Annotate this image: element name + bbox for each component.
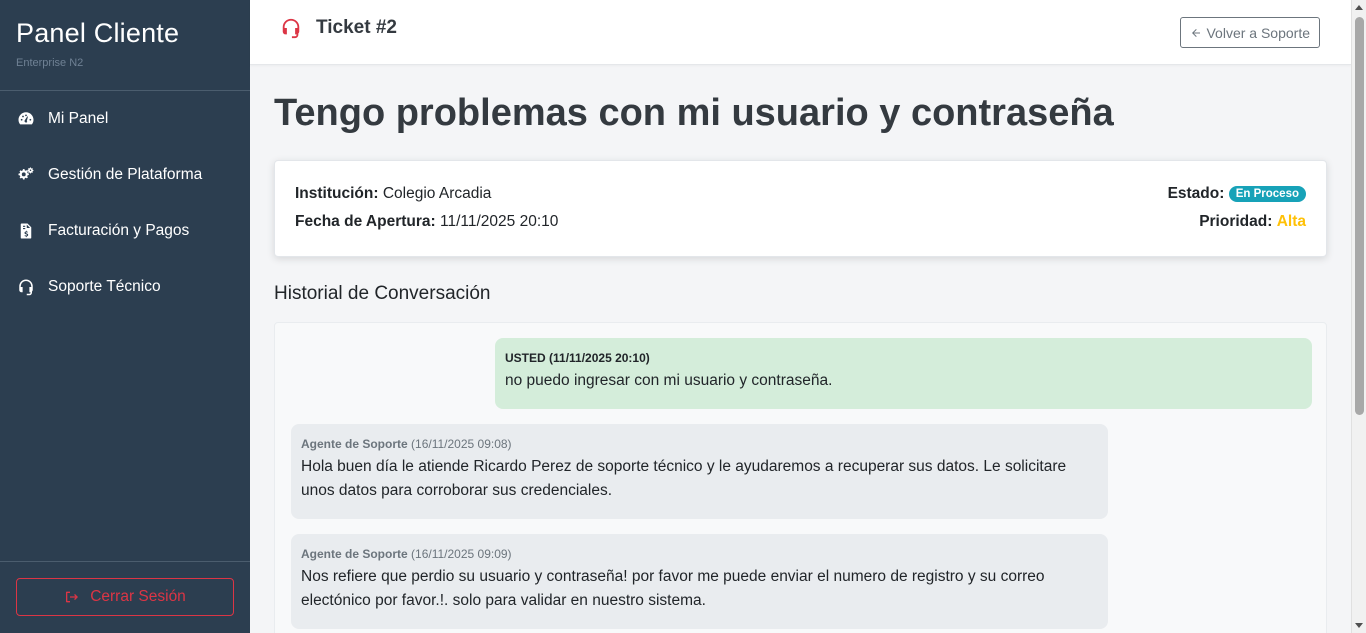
sidebar-footer: Cerrar Sesión <box>0 561 250 633</box>
sidebar-item-label: Facturación y Pagos <box>48 222 190 239</box>
logout-label: Cerrar Sesión <box>90 588 186 605</box>
sign-out-icon <box>66 591 79 603</box>
sidebar-item-gestion-plataforma[interactable]: Gestión de Plataforma <box>0 147 250 203</box>
conversation-history: USTED (11/11/2025 20:10) no puedo ingres… <box>274 322 1327 633</box>
headset-icon <box>16 277 36 297</box>
message-author: USTED <box>505 351 546 365</box>
status-badge: En Proceso <box>1228 186 1306 202</box>
message-user: USTED (11/11/2025 20:10) no puedo ingres… <box>495 338 1312 409</box>
sidebar-item-label: Soporte Técnico <box>48 278 161 295</box>
logout-button[interactable]: Cerrar Sesión <box>16 578 234 616</box>
invoice-icon <box>16 221 36 241</box>
scroll-up-arrow-icon[interactable] <box>1355 5 1363 10</box>
sidebar-item-soporte-tecnico[interactable]: Soporte Técnico <box>0 259 250 315</box>
history-title: Historial de Conversación <box>274 283 491 304</box>
brand-subtitle: Enterprise N2 <box>16 57 84 69</box>
tachometer-icon <box>16 109 36 129</box>
message-text: Nos refiere que perdio su usuario y cont… <box>301 568 1045 609</box>
opened-row: Fecha de Apertura: 11/11/2025 20:10 <box>295 213 558 231</box>
sidebar-item-mi-panel[interactable]: Mi Panel <box>0 91 250 147</box>
message-agent: Agente de Soporte (16/11/2025 09:09) Nos… <box>291 534 1108 629</box>
cogs-icon <box>16 165 36 185</box>
message-author: Agente de Soporte <box>301 437 408 451</box>
sidebar: Panel Cliente Enterprise N2 Mi Panel Ges… <box>0 0 250 633</box>
page-title-text: Ticket #2 <box>316 17 397 38</box>
message-time: (16/11/2025 09:09) <box>411 547 512 561</box>
message-meta: Agente de Soporte (16/11/2025 09:09) <box>301 546 1098 562</box>
message-agent: Agente de Soporte (16/11/2025 09:08) Hol… <box>291 424 1108 519</box>
opened-label: Fecha de Apertura: <box>295 213 436 230</box>
sidebar-item-label: Mi Panel <box>48 110 109 127</box>
institution-label: Institución: <box>295 185 379 202</box>
priority-row: Prioridad: Alta <box>1199 213 1306 231</box>
message-time: (11/11/2025 20:10) <box>549 351 650 365</box>
sidebar-item-facturacion-pagos[interactable]: Facturación y Pagos <box>0 203 250 259</box>
message-text: Hola buen día le atiende Ricardo Perez d… <box>301 458 1067 499</box>
topbar: Ticket #2 Volver a Soporte <box>250 0 1351 65</box>
ticket-info-card: Institución: Colegio Arcadia Fecha de Ap… <box>274 160 1327 257</box>
main-content: Tengo problemas con mi usuario y contras… <box>250 65 1351 633</box>
scroll-down-arrow-icon[interactable] <box>1355 623 1363 628</box>
message-meta: USTED (11/11/2025 20:10) <box>505 350 1302 366</box>
arrow-left-icon <box>1192 28 1201 37</box>
sidebar-nav: Mi Panel Gestión de Plataforma Facturaci… <box>0 91 250 315</box>
brand: Panel Cliente Enterprise N2 <box>0 0 250 91</box>
page-title: Ticket #2 <box>280 17 397 39</box>
opened-value: 11/11/2025 20:10 <box>440 213 559 230</box>
page-scrollbar[interactable] <box>1351 0 1366 633</box>
message-meta: Agente de Soporte (16/11/2025 09:08) <box>301 436 1098 452</box>
priority-value: Alta <box>1276 213 1306 230</box>
status-label: Estado: <box>1167 185 1225 202</box>
back-to-support-button[interactable]: Volver a Soporte <box>1180 17 1320 48</box>
message-text: no puedo ingresar con mi usuario y contr… <box>505 372 833 389</box>
message-author: Agente de Soporte <box>301 547 408 561</box>
ticket-subject: Tengo problemas con mi usuario y contras… <box>274 92 1114 134</box>
institution-value: Colegio Arcadia <box>382 185 492 202</box>
message-time: (16/11/2025 09:08) <box>411 437 512 451</box>
brand-title: Panel Cliente <box>16 18 180 48</box>
headset-icon <box>282 18 300 39</box>
sidebar-item-label: Gestión de Plataforma <box>48 166 203 183</box>
back-label: Volver a Soporte <box>1206 24 1310 41</box>
scroll-thumb[interactable] <box>1355 17 1364 415</box>
institution-row: Institución: Colegio Arcadia <box>295 185 491 203</box>
priority-label: Prioridad: <box>1199 213 1273 230</box>
status-row: Estado: En Proceso <box>1168 185 1306 203</box>
